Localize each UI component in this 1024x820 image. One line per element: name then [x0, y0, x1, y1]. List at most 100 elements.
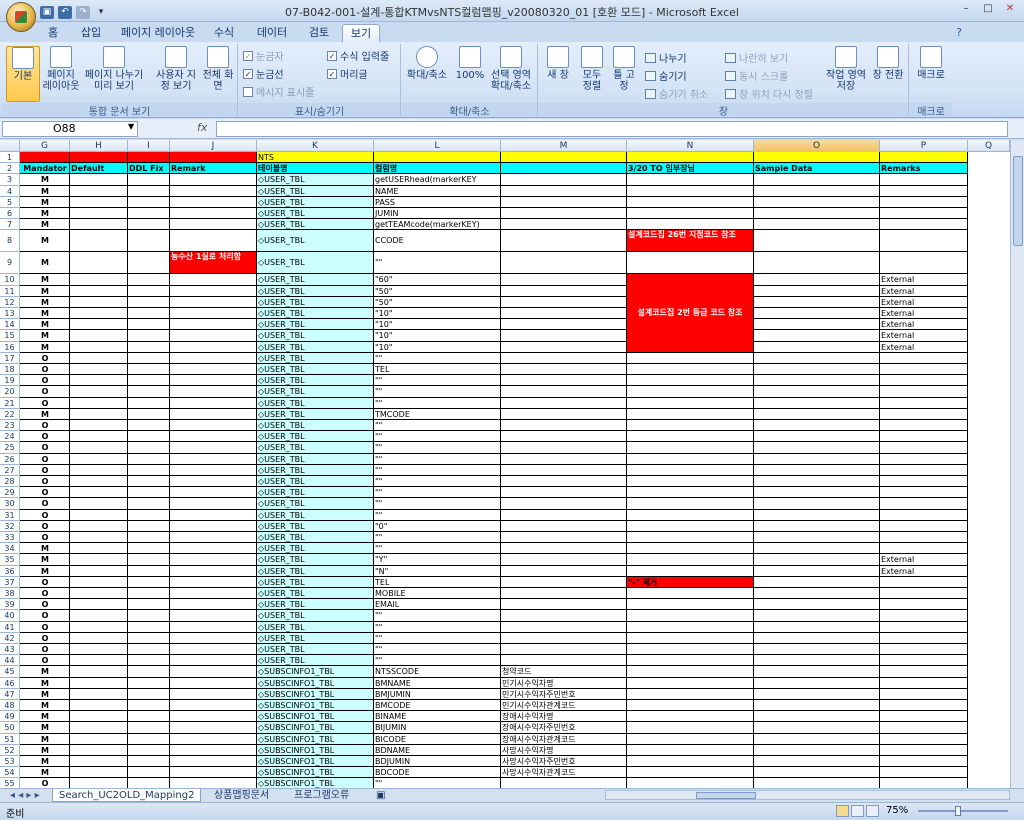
cell-I52[interactable] — [128, 744, 170, 756]
cell-N26[interactable] — [627, 453, 754, 465]
formula-bar-checkbox[interactable]: ✓ 수식 입력줄 — [327, 48, 389, 63]
row-header[interactable]: 52 — [0, 744, 20, 756]
cell-N17[interactable] — [627, 352, 754, 364]
cell-O1[interactable] — [754, 152, 880, 164]
cell-G53[interactable]: M — [20, 756, 70, 768]
cell-L42[interactable]: "" — [374, 632, 501, 644]
cell-O3[interactable] — [754, 174, 880, 186]
cell-I32[interactable] — [128, 520, 170, 532]
cell-L49[interactable]: BINAME — [374, 711, 501, 723]
row-header[interactable]: 45 — [0, 666, 20, 678]
cell-H13[interactable] — [70, 308, 128, 320]
row-header[interactable]: 9 — [0, 252, 20, 275]
cell-J33[interactable] — [170, 532, 257, 544]
cell-P2[interactable]: Remarks — [880, 163, 968, 175]
cell-I17[interactable] — [128, 352, 170, 364]
cell-G48[interactable]: M — [20, 700, 70, 712]
cell-P1[interactable] — [880, 152, 968, 164]
cell-M48[interactable]: 민기시수익자관계코드 — [501, 700, 627, 712]
cell-K27[interactable]: ◇USER_TBL — [257, 464, 374, 476]
cell-I33[interactable] — [128, 532, 170, 544]
cell-H35[interactable] — [70, 554, 128, 566]
cell-I4[interactable] — [128, 185, 170, 197]
cell-M16[interactable] — [501, 341, 627, 353]
cell-K26[interactable]: ◇USER_TBL — [257, 453, 374, 465]
cell-H25[interactable] — [70, 442, 128, 454]
cell-J23[interactable] — [170, 420, 257, 432]
row-header[interactable]: 53 — [0, 756, 20, 768]
cell-H27[interactable] — [70, 464, 128, 476]
cell-L12[interactable]: "50" — [374, 296, 501, 308]
cell-H34[interactable] — [70, 543, 128, 555]
cell-P41[interactable] — [880, 621, 968, 633]
cell-O20[interactable] — [754, 386, 880, 398]
chevron-down-icon[interactable]: ▼ — [128, 122, 134, 131]
cell-J25[interactable] — [170, 442, 257, 454]
cell-M32[interactable] — [501, 520, 627, 532]
cell-H14[interactable] — [70, 319, 128, 331]
message-bar-checkbox[interactable]: 메시지 표시줄 — [243, 84, 314, 99]
cell-I20[interactable] — [128, 386, 170, 398]
custom-views-button[interactable]: 사용자 지정 보기 — [152, 46, 200, 102]
cell-H29[interactable] — [70, 487, 128, 499]
cell-N1[interactable] — [627, 152, 754, 164]
cell-J40[interactable] — [170, 610, 257, 622]
cell-I23[interactable] — [128, 420, 170, 432]
cell-J24[interactable] — [170, 431, 257, 443]
cell-I16[interactable] — [128, 341, 170, 353]
row-header[interactable]: 38 — [0, 588, 20, 600]
cell-I40[interactable] — [128, 610, 170, 622]
cell-K8[interactable]: ◇USER_TBL — [257, 230, 374, 253]
cell-N45[interactable] — [627, 666, 754, 678]
cell-M13[interactable] — [501, 308, 627, 320]
cell-P15[interactable]: External — [880, 330, 968, 342]
cell-M47[interactable]: 민기시수익자주민번호 — [501, 688, 627, 700]
row-header[interactable]: 35 — [0, 554, 20, 566]
cell-N25[interactable] — [627, 442, 754, 454]
cell-M18[interactable] — [501, 364, 627, 376]
cell-P34[interactable] — [880, 543, 968, 555]
cell-P51[interactable] — [880, 733, 968, 745]
row-header[interactable]: 41 — [0, 621, 20, 633]
cell-K21[interactable]: ◇USER_TBL — [257, 397, 374, 409]
insert-function-button[interactable]: fx — [143, 121, 213, 137]
cell-L32[interactable]: "0" — [374, 520, 501, 532]
cell-K9[interactable]: ◇USER_TBL — [257, 252, 374, 275]
worksheet-grid[interactable]: GHIJKLMNOPQ 1 NTS 2 Mandator Default DDL Fix R… — [0, 140, 1010, 788]
cell-H18[interactable] — [70, 364, 128, 376]
cell-M30[interactable] — [501, 498, 627, 510]
cell-H3[interactable] — [70, 174, 128, 186]
cell-J48[interactable] — [170, 700, 257, 712]
cell-L14[interactable]: "10" — [374, 319, 501, 331]
cell-J49[interactable] — [170, 711, 257, 723]
cell-K7[interactable]: ◇USER_TBL — [257, 219, 374, 231]
cell-N24[interactable] — [627, 431, 754, 443]
reset-window-position-button[interactable]: 창 위치 다시 정렬 — [725, 86, 813, 101]
cell-J31[interactable] — [170, 509, 257, 521]
sheet-nav-arrows-icon[interactable]: ◂ ◂ ▸ ▸ — [4, 789, 46, 802]
cell-M38[interactable] — [501, 588, 627, 600]
cell-M9[interactable] — [501, 252, 627, 275]
cell-G24[interactable]: O — [20, 431, 70, 443]
cell-G26[interactable]: O — [20, 453, 70, 465]
cell-G5[interactable]: M — [20, 196, 70, 208]
cell-O43[interactable] — [754, 644, 880, 656]
cell-O28[interactable] — [754, 476, 880, 488]
cell-L47[interactable]: BMJUMIN — [374, 688, 501, 700]
cell-H40[interactable] — [70, 610, 128, 622]
cell-N32[interactable] — [627, 520, 754, 532]
cell-P30[interactable] — [880, 498, 968, 510]
cell-O53[interactable] — [754, 756, 880, 768]
cell-G27[interactable]: O — [20, 464, 70, 476]
cell-O21[interactable] — [754, 397, 880, 409]
cell-K40[interactable]: ◇USER_TBL — [257, 610, 374, 622]
cell-N21[interactable] — [627, 397, 754, 409]
cell-J54[interactable] — [170, 767, 257, 779]
tab-home[interactable]: 홈 — [38, 24, 68, 42]
cell-G15[interactable]: M — [20, 330, 70, 342]
cell-N33[interactable] — [627, 532, 754, 544]
cell-O30[interactable] — [754, 498, 880, 510]
freeze-panes-button[interactable]: 틀 고정 — [609, 46, 639, 102]
cell-G8[interactable]: M — [20, 230, 70, 253]
cell-I54[interactable] — [128, 767, 170, 779]
